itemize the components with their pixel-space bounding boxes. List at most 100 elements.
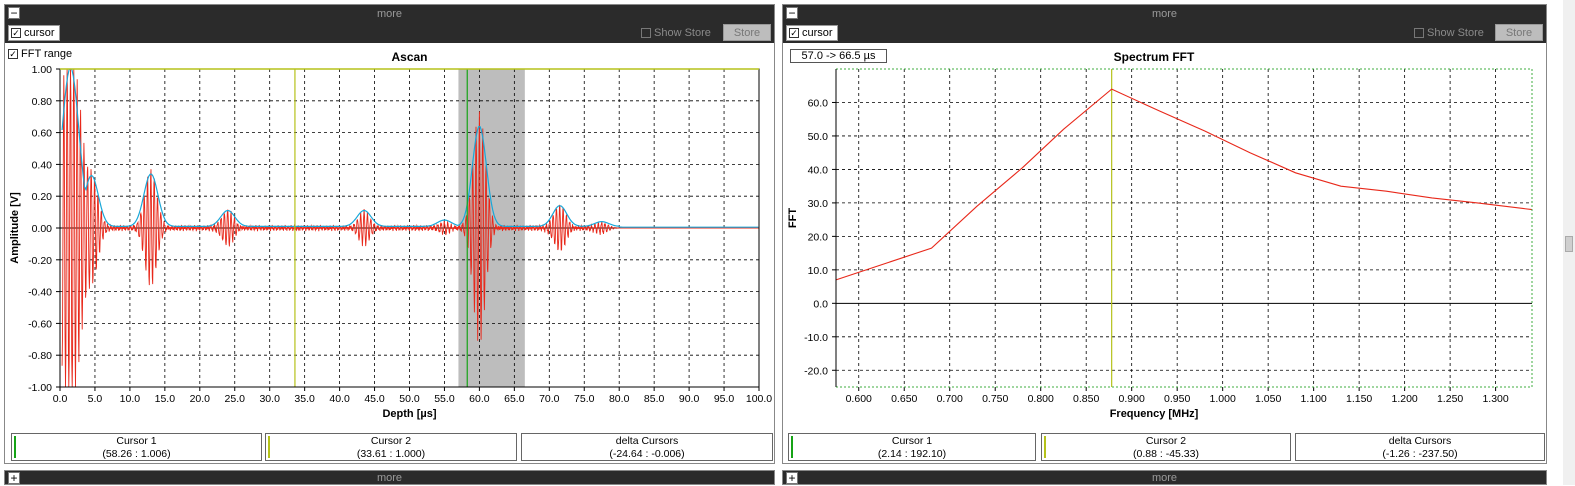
x-tick-label: 65.0 bbox=[504, 393, 525, 405]
collapsed-panel-left[interactable]: + more bbox=[4, 470, 775, 485]
cursor2-color-mark bbox=[1044, 436, 1046, 458]
x-tick-label: 1.150 bbox=[1346, 393, 1372, 405]
scrollbar-thumb[interactable] bbox=[1565, 236, 1573, 252]
collapsed-panel-title: more bbox=[376, 472, 403, 484]
y-tick-label: 0.0 bbox=[813, 298, 828, 310]
x-tick-label: 15.0 bbox=[155, 393, 176, 405]
chart-title: Ascan bbox=[391, 50, 427, 64]
y-tick-label: -0.80 bbox=[28, 350, 52, 362]
cursor1-readout: Cursor 1 (2.14 : 192.10) bbox=[788, 433, 1036, 461]
cursor2-title: Cursor 2 bbox=[370, 435, 412, 447]
x-tick-label: 30.0 bbox=[259, 393, 280, 405]
y-tick-label: 0.20 bbox=[32, 191, 53, 203]
ascan-chart[interactable]: Ascan 0.0 5.0 10.0 15.0 20.0 25.0 30.0 35.0 40.0 4… bbox=[5, 5, 774, 433]
cursor2-value: (0.88 : -45.33) bbox=[1133, 448, 1199, 460]
x-tick-label: 25.0 bbox=[225, 393, 246, 405]
cursor1-color-mark bbox=[791, 436, 793, 458]
x-tick-label: 75.0 bbox=[574, 393, 595, 405]
ascan-cursor-readouts: Cursor 1 (58.26 : 1.006) Cursor 2 (33.61… bbox=[8, 433, 774, 462]
x-tick-label: 5.0 bbox=[88, 393, 103, 405]
y-tick-label: -0.60 bbox=[28, 318, 52, 330]
x-tick-label: 60.0 bbox=[469, 393, 490, 405]
y-tick-label: 10.0 bbox=[808, 265, 829, 277]
collapsed-panel-title: more bbox=[1151, 472, 1178, 484]
delta-cursors-readout: delta Cursors (-24.64 : -0.006) bbox=[521, 433, 773, 461]
x-tick-label: 0.0 bbox=[53, 393, 68, 405]
y-tick-label: -1.00 bbox=[28, 382, 52, 394]
cursor1-title: Cursor 1 bbox=[116, 435, 157, 447]
x-tick-label: 40.0 bbox=[329, 393, 350, 405]
x-tick-label: 0.700 bbox=[937, 393, 963, 405]
ascan-panel: − more ✓ cursor Show Store Store ✓ FFT r… bbox=[4, 4, 775, 464]
cursor1-value: (58.26 : 1.006) bbox=[102, 448, 171, 460]
expand-icon[interactable]: + bbox=[8, 472, 20, 484]
x-tick-label: 70.0 bbox=[539, 393, 560, 405]
y-tick-label: 40.0 bbox=[808, 164, 829, 176]
x-tick-label: 0.850 bbox=[1073, 393, 1099, 405]
y-tick-label: 20.0 bbox=[808, 231, 829, 243]
cursor2-readout: Cursor 2 (0.88 : -45.33) bbox=[1041, 433, 1291, 461]
y-tick-label: 30.0 bbox=[808, 198, 829, 210]
cursor2-color-mark bbox=[268, 436, 270, 458]
fft-spectrum-line bbox=[835, 88, 1533, 281]
x-tick-label: 50.0 bbox=[399, 393, 420, 405]
collapsed-panel-right[interactable]: + more bbox=[782, 470, 1547, 485]
x-tick-label: 10.0 bbox=[120, 393, 141, 405]
x-tick-label: 1.000 bbox=[1210, 393, 1236, 405]
cursor1-color-mark bbox=[14, 436, 16, 458]
x-tick-label: 95.0 bbox=[714, 393, 735, 405]
delta-cursors-title: delta Cursors bbox=[1388, 435, 1452, 447]
y-tick-label: -0.40 bbox=[28, 287, 52, 299]
delta-cursors-value: (-1.26 : -237.50) bbox=[1382, 448, 1458, 460]
y-tick-label: 0.40 bbox=[32, 159, 53, 171]
x-tick-label: 1.300 bbox=[1482, 393, 1508, 405]
y-axis-label: Amplitude [V] bbox=[9, 192, 21, 264]
x-tick-label: 20.0 bbox=[190, 393, 211, 405]
fft-chart[interactable]: Spectrum FFT 0.600 0.650 0.700 0.750 0.800 0.8… bbox=[783, 5, 1546, 433]
cursor1-value: (2.14 : 192.10) bbox=[877, 448, 947, 460]
x-tick-label: 45.0 bbox=[364, 393, 385, 405]
x-axis-label: Depth [µs] bbox=[382, 408, 436, 420]
x-tick-label: 85.0 bbox=[644, 393, 665, 405]
x-tick-label: 35.0 bbox=[294, 393, 315, 405]
y-tick-label: 0.60 bbox=[32, 128, 53, 140]
x-tick-label: 0.950 bbox=[1164, 393, 1190, 405]
x-tick-label: 0.650 bbox=[891, 393, 917, 405]
y-tick-label: -20.0 bbox=[804, 365, 828, 377]
y-tick-label: 0.00 bbox=[32, 223, 53, 235]
x-tick-label: 100.0 bbox=[746, 393, 772, 405]
y-tick-label: -0.20 bbox=[28, 255, 52, 267]
x-tick-label: 0.750 bbox=[982, 393, 1008, 405]
y-tick-label: 60.0 bbox=[808, 97, 829, 109]
delta-cursors-title: delta Cursors bbox=[615, 435, 679, 447]
chart-title: Spectrum FFT bbox=[1114, 50, 1195, 64]
y-tick-label: 1.00 bbox=[32, 64, 53, 76]
x-axis-label: Frequency [MHz] bbox=[1110, 408, 1199, 420]
cursor1-readout: Cursor 1 (58.26 : 1.006) bbox=[11, 433, 262, 461]
x-tick-label: 55.0 bbox=[434, 393, 455, 405]
window-scrollbar[interactable] bbox=[1563, 0, 1575, 485]
x-tick-label: 0.800 bbox=[1028, 393, 1054, 405]
y-tick-label: 50.0 bbox=[808, 131, 829, 143]
cursor1-title: Cursor 1 bbox=[891, 435, 933, 447]
cursor2-value: (33.61 : 1.000) bbox=[356, 448, 426, 460]
y-tick-label: 0.80 bbox=[32, 96, 53, 108]
x-tick-label: 80.0 bbox=[609, 393, 630, 405]
expand-icon[interactable]: + bbox=[786, 472, 798, 484]
y-tick-label: -10.0 bbox=[804, 332, 828, 344]
plot-frame bbox=[835, 68, 1533, 388]
cursor2-title: Cursor 2 bbox=[1145, 435, 1187, 447]
x-tick-label: 1.250 bbox=[1437, 393, 1463, 405]
y-axis-label: FFT bbox=[787, 208, 799, 228]
fft-cursor-readouts: Cursor 1 (2.14 : 192.10) Cursor 2 (0.88 … bbox=[786, 433, 1546, 462]
x-tick-label: 1.050 bbox=[1255, 393, 1281, 405]
x-tick-label: 0.600 bbox=[846, 393, 872, 405]
x-tick-label: 90.0 bbox=[679, 393, 700, 405]
x-tick-label: 1.200 bbox=[1391, 393, 1417, 405]
fft-panel: − more ✓ cursor Show Store Store 57.0 ->… bbox=[782, 4, 1547, 464]
cursor2-readout: Cursor 2 (33.61 : 1.000) bbox=[265, 433, 517, 461]
x-tick-label: 1.100 bbox=[1301, 393, 1327, 405]
x-tick-label: 0.900 bbox=[1119, 393, 1145, 405]
delta-cursors-value: (-24.64 : -0.006) bbox=[609, 448, 685, 460]
delta-cursors-readout: delta Cursors (-1.26 : -237.50) bbox=[1295, 433, 1545, 461]
